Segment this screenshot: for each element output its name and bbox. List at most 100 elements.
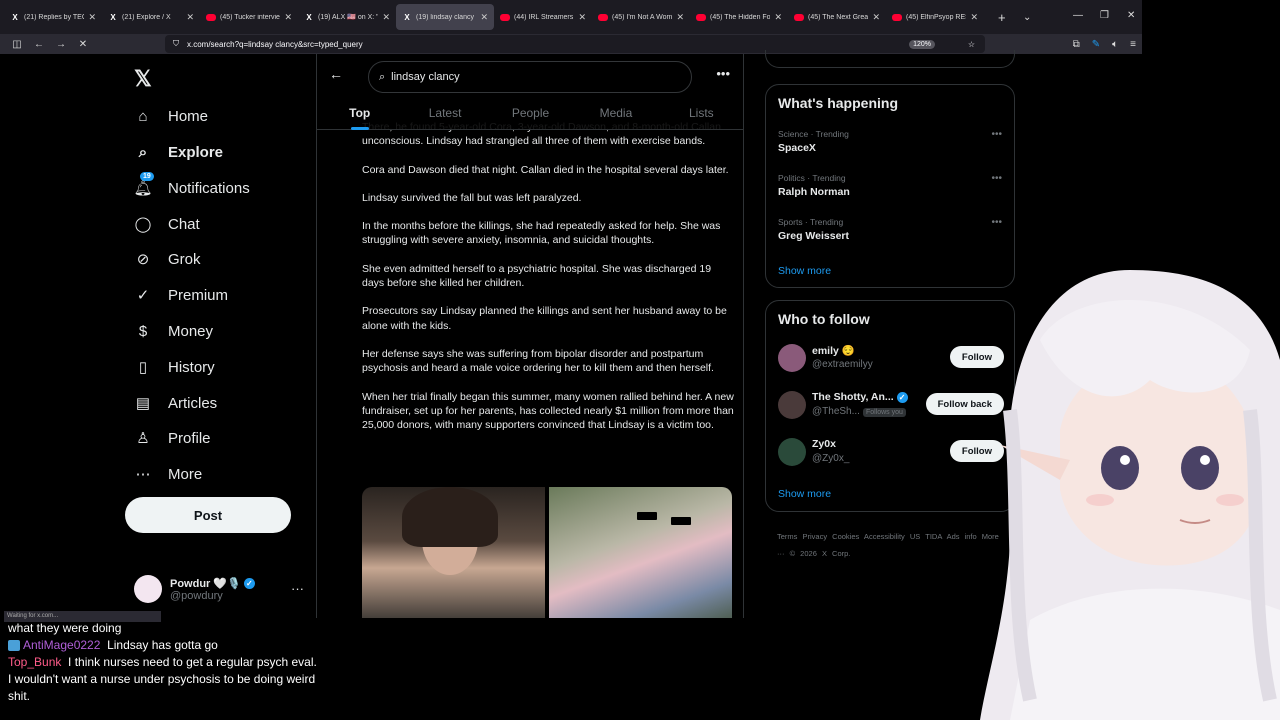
nav-more[interactable]: ⋯ More	[134, 462, 203, 486]
back-arrow-icon[interactable]: ←	[329, 66, 343, 82]
menu-icon[interactable]: ≡	[1130, 39, 1136, 50]
show-more-link[interactable]: Show more	[778, 488, 831, 500]
tab-latest[interactable]: Latest	[402, 102, 487, 130]
tab-top[interactable]: Top	[317, 102, 402, 130]
trend-item[interactable]: Science · Trending SpaceX •••	[778, 129, 1004, 154]
new-tab-icon[interactable]: +	[998, 10, 1006, 25]
close-tab-icon[interactable]: ✕	[774, 12, 782, 23]
shield-icon[interactable]: ⛉	[173, 39, 179, 49]
account-switcher[interactable]: Powdur 🤍🎙️ ✓ @powdury ···	[134, 575, 304, 603]
close-tab-icon[interactable]: ✕	[88, 12, 96, 23]
browser-tab[interactable]: (45) I'm Not A Wom ✕	[592, 4, 690, 30]
tab-list-icon[interactable]: ⌄	[1023, 12, 1031, 23]
show-more-link[interactable]: Show more	[778, 265, 831, 277]
nav-chat[interactable]: ◯ Chat	[134, 212, 200, 236]
close-tab-icon[interactable]: ✕	[382, 12, 390, 23]
close-tab-icon[interactable]: ✕	[480, 12, 488, 23]
browser-tab[interactable]: X (19) ALX 🇺🇸 on X: "M ✕	[298, 4, 396, 30]
avatar[interactable]	[778, 344, 806, 372]
avatar[interactable]	[778, 438, 806, 466]
photo-hair	[402, 487, 498, 547]
close-window-icon[interactable]: ✕	[1127, 10, 1135, 21]
trend-item[interactable]: Politics · Trending Ralph Norman •••	[778, 173, 1004, 198]
nav-notifications[interactable]: 🔔︎ 19 Notifications	[133, 172, 250, 200]
browser-tab-active[interactable]: X (19) lindsay clancy - ✕	[396, 4, 494, 30]
panel-title: What's happening	[778, 95, 898, 111]
search-header: ← ⌕ lindsay clancy ••• Top Latest People…	[317, 54, 743, 130]
browser-tab[interactable]: (45) Tucker intervie ✕	[200, 4, 298, 30]
subscriber-badge-icon	[8, 640, 20, 652]
minimize-icon[interactable]: —	[1073, 10, 1083, 21]
nav-premium[interactable]: ✓ Premium	[134, 283, 228, 307]
more-icon[interactable]: ···	[291, 581, 304, 596]
tweet-media[interactable]	[362, 487, 732, 618]
search-results: There, he found 5-year-old Cora, 3-year-…	[316, 54, 744, 618]
notification-badge: 19	[140, 172, 154, 181]
home-icon: ⌂	[138, 107, 148, 125]
close-tab-icon[interactable]: ✕	[676, 12, 684, 23]
nav-articles[interactable]: ▤ Articles	[134, 391, 217, 415]
forward-icon[interactable]: →	[50, 39, 72, 50]
profile-icon: ♙	[136, 430, 150, 447]
sidebar-toggle-icon[interactable]: ◫	[6, 39, 28, 50]
close-tab-icon[interactable]: ✕	[970, 12, 978, 23]
post-button[interactable]: Post	[125, 497, 291, 533]
follow-suggestion[interactable]: The Shotty, An... ✓ @TheSh... Follows you…	[778, 389, 1004, 421]
youtube-favicon-icon	[206, 13, 216, 21]
close-tab-icon[interactable]: ✕	[284, 12, 292, 23]
x-favicon-icon: X	[12, 12, 18, 22]
previous-panel-edge	[765, 50, 1015, 68]
browser-tab[interactable]: (44) IRL Streamers A ✕	[494, 4, 592, 30]
tab-media[interactable]: Media	[573, 102, 658, 130]
chat-icon: ◯	[134, 216, 152, 233]
nav-explore[interactable]: ⌕ Explore	[134, 140, 223, 164]
more-icon[interactable]: •••	[991, 129, 1002, 140]
chat-username: Top_Bunk	[8, 655, 62, 669]
back-icon[interactable]: ←	[28, 39, 50, 50]
avatar[interactable]	[778, 391, 806, 419]
footer-links[interactable]: Terms Privacy Cookies Accessibility US T…	[777, 528, 1009, 562]
x-favicon-icon: X	[110, 12, 116, 22]
browser-tab[interactable]: (45) ElfinPsyop RES ✕	[886, 4, 984, 30]
tweet-photo[interactable]	[549, 487, 732, 618]
tab-people[interactable]: People	[488, 102, 573, 130]
more-icon[interactable]: •••	[991, 217, 1002, 228]
extensions-icon[interactable]: ⧉	[1073, 39, 1080, 50]
tab-lists[interactable]: Lists	[659, 102, 743, 130]
stop-icon[interactable]: ✕	[72, 39, 94, 50]
more-circle-icon: ⋯	[135, 466, 151, 483]
follow-suggestion[interactable]: emily 😌 @extraemilyy Follow	[778, 342, 1004, 374]
bookmark-star-icon[interactable]: ☆	[968, 40, 975, 49]
browser-tab[interactable]: X (21) Explore / X ✕	[102, 4, 200, 30]
nav-grok[interactable]: ⊘ Grok	[134, 247, 201, 271]
nav-history[interactable]: ▯ History	[134, 355, 215, 379]
maximize-icon[interactable]: ❐	[1100, 10, 1109, 21]
nav-home[interactable]: ⌂ Home	[134, 104, 208, 128]
nav-profile[interactable]: ♙ Profile	[134, 426, 210, 450]
more-options-icon[interactable]: •••	[716, 66, 730, 81]
browser-tab[interactable]: (45) The Hidden For ✕	[690, 4, 788, 30]
x-logo-icon[interactable]: 𝕏	[134, 66, 152, 92]
follow-suggestion[interactable]: Zy0x @Zy0x_ Follow	[778, 436, 1004, 468]
browser-tab[interactable]: X(21) Replies by TECT✕	[4, 4, 102, 30]
tweet-photo[interactable]	[362, 487, 545, 618]
zoom-level[interactable]: 120%	[909, 39, 935, 49]
browser-tab[interactable]: (45) The Next Great ✕	[788, 4, 886, 30]
youtube-favicon-icon	[598, 13, 608, 21]
chat-message: what they were doing	[8, 621, 122, 635]
youtube-favicon-icon	[794, 13, 804, 21]
more-icon[interactable]: •••	[991, 173, 1002, 184]
x-favicon-icon: X	[306, 12, 312, 22]
tweet-text: There, he found 5-year-old Cora, 3-year-…	[362, 121, 734, 432]
left-sidebar: 𝕏 ⌂ Home ⌕ Explore 🔔︎ 19 Notifications ◯ Chat…	[120, 54, 316, 618]
close-tab-icon[interactable]: ✕	[578, 12, 586, 23]
bookmark-icon: ▯	[138, 359, 148, 376]
nav-money[interactable]: $ Money	[134, 319, 213, 343]
close-tab-icon[interactable]: ✕	[186, 12, 194, 23]
search-input[interactable]: ⌕ lindsay clancy	[368, 61, 692, 93]
account-name: Powdur 🤍🎙️	[170, 577, 241, 590]
trend-item[interactable]: Sports · Trending Greg Weissert •••	[778, 217, 1004, 242]
extension-icon[interactable]: ✎	[1092, 39, 1100, 50]
audio-icon[interactable]: 🔈︎	[1112, 39, 1118, 50]
close-tab-icon[interactable]: ✕	[872, 12, 880, 23]
